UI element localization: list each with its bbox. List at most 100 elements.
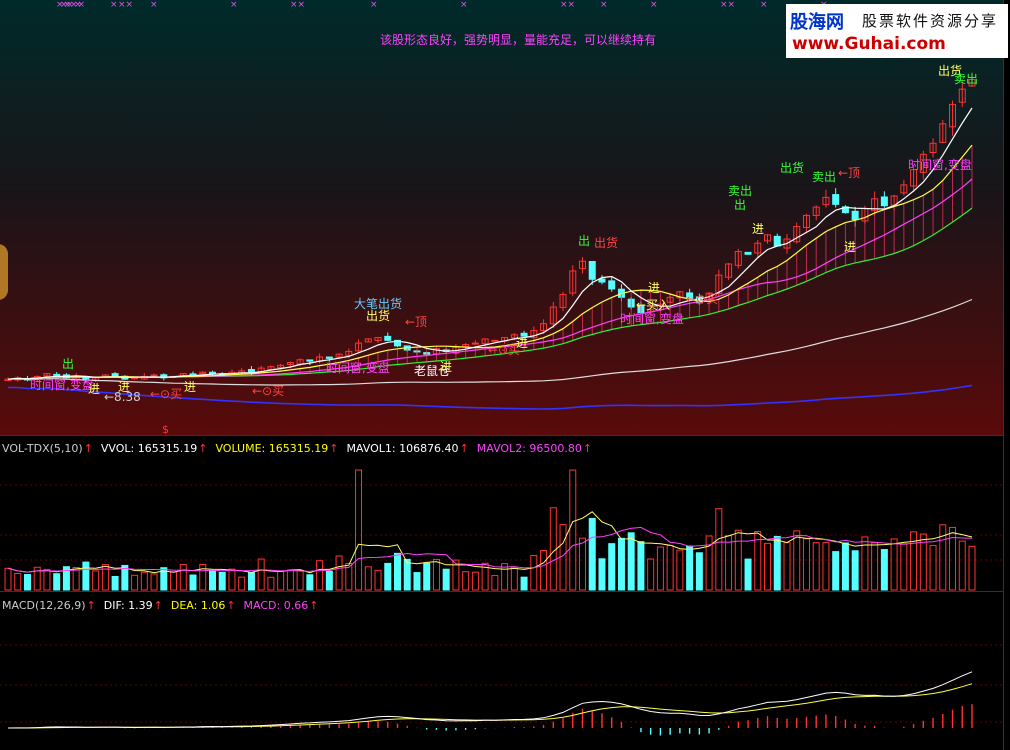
candle-body xyxy=(189,373,197,376)
top-marker: ×× xyxy=(560,0,575,10)
volume-bar xyxy=(403,558,411,591)
legend-item: VOLUME: 165315.19 xyxy=(215,442,329,455)
volume-bar xyxy=(257,558,265,591)
volume-bar xyxy=(335,555,343,591)
candle-body xyxy=(773,235,781,247)
signal-label: 出货 xyxy=(780,161,805,175)
watermark-brand: 股海网 xyxy=(790,12,844,33)
signal-label: 进 xyxy=(752,222,765,236)
volume-bar xyxy=(588,517,596,591)
legend-item: DEA: 1.06 xyxy=(170,599,226,612)
volume-bar xyxy=(530,554,538,591)
top-marker: × xyxy=(460,0,468,10)
volume-bar xyxy=(23,573,31,591)
watermark-tagline: 股票软件资源分享 xyxy=(862,12,999,30)
candle-body xyxy=(131,377,139,380)
legend-arrow-icon: ↑ xyxy=(582,442,593,455)
signal-label: 时间窗,变盘 xyxy=(908,158,972,172)
signal-label: 出货 xyxy=(594,236,619,250)
signal-label: ←⊙买 xyxy=(150,387,183,401)
signal-label: 时间窗,变盘 xyxy=(620,312,684,326)
volume-bar xyxy=(802,538,810,591)
volume-bar xyxy=(958,540,966,591)
volume-bar xyxy=(325,570,333,591)
volume-bar xyxy=(676,549,684,591)
volume-bar xyxy=(296,569,304,591)
candle-body xyxy=(208,371,216,375)
signal-label: ←顶 xyxy=(838,166,861,180)
legend-item: MAVOL2: 96500.80 xyxy=(476,442,582,455)
candle-body xyxy=(471,342,479,345)
volume-bar xyxy=(686,545,694,591)
signal-label: ←买入 xyxy=(636,298,671,312)
candle-body xyxy=(384,335,392,341)
volume-bar xyxy=(471,571,479,591)
signal-label: ←⊙买 xyxy=(252,384,285,398)
top-marker: ×× xyxy=(118,0,133,10)
volume-bar xyxy=(598,558,606,591)
volume-bar xyxy=(286,569,294,591)
volume-bar xyxy=(228,568,236,591)
legend-arrow-icon: ↑ xyxy=(83,442,93,455)
candle-body xyxy=(111,373,119,377)
signal-label: 时间窗,变盘 xyxy=(30,378,94,392)
volume-bar xyxy=(744,558,752,591)
candle-body xyxy=(588,261,596,280)
signal-label: 进 xyxy=(184,380,197,394)
volume-bar xyxy=(549,507,557,591)
volume-bar xyxy=(179,563,187,591)
volume-bar xyxy=(101,564,109,591)
volume-bar xyxy=(637,541,645,591)
volume-bar xyxy=(92,570,100,591)
signal-label: 进 xyxy=(648,281,661,295)
volume-bar xyxy=(491,575,499,591)
header-comment: 该股形态良好，强势明显，量能充足，可以继续持有 xyxy=(380,33,657,47)
volume-bar xyxy=(559,524,567,591)
candle-body xyxy=(53,373,61,376)
top-marker: × xyxy=(370,0,378,10)
volume-bar xyxy=(43,568,51,591)
volume-bar xyxy=(131,574,139,591)
volume-bar xyxy=(442,568,450,591)
side-collapse-handle[interactable] xyxy=(0,244,8,300)
volume-bar xyxy=(890,538,898,591)
mavol2-line xyxy=(7,526,973,573)
volume-bar xyxy=(968,545,976,591)
top-marker: × xyxy=(150,0,158,10)
volume-bar xyxy=(725,535,733,591)
price-marker: $ xyxy=(162,423,169,436)
volume-bar xyxy=(316,560,324,591)
signal-label: 卖出 xyxy=(728,184,753,198)
volume-bar xyxy=(72,566,80,591)
signal-label: 卖出 xyxy=(812,170,837,184)
candle-body xyxy=(491,339,499,342)
volume-bar xyxy=(880,549,888,591)
dea-line xyxy=(8,683,973,729)
volume-bar xyxy=(949,526,957,591)
volume-bar xyxy=(608,543,616,591)
volume-bar xyxy=(822,542,830,591)
top-marker: × xyxy=(110,0,118,10)
signal-label: 卖出 xyxy=(954,72,979,86)
volume-bar xyxy=(851,550,859,591)
signal-label: 时间窗,变盘 xyxy=(326,361,390,375)
volume-bar xyxy=(666,544,674,591)
volume-bar xyxy=(432,558,440,591)
signal-label: 出 xyxy=(578,234,591,248)
candle-body xyxy=(598,278,606,283)
legend-arrow-icon: ↑ xyxy=(459,442,469,455)
candle-body xyxy=(832,194,840,205)
volume-bar xyxy=(540,550,548,591)
candle-body xyxy=(306,359,314,362)
legend-arrow-icon: ↑ xyxy=(226,599,236,612)
signal-label: 进 xyxy=(440,360,453,374)
volume-bar xyxy=(413,572,421,591)
volume-bar xyxy=(170,571,178,591)
signal-label: ←顶 xyxy=(405,315,428,329)
candle-body xyxy=(880,196,888,207)
signal-label: 进 xyxy=(118,380,131,394)
candle-body xyxy=(744,251,752,255)
signal-label: 进 xyxy=(516,336,529,350)
volume-bar xyxy=(277,570,285,591)
volume-bar xyxy=(929,544,937,591)
